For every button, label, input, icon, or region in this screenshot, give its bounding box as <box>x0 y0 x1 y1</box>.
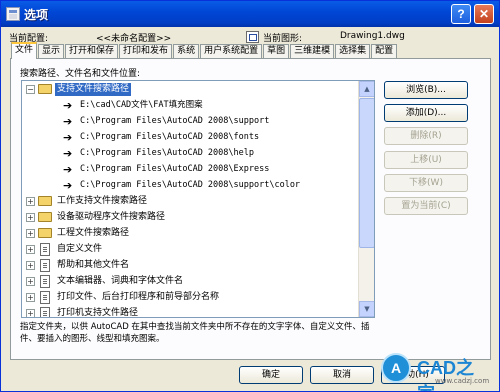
files-tab-panel: 搜索路径、文件名和文件位置: − 支持文件搜索路径 ➔ E:\cad\CAD文件… <box>10 58 491 360</box>
ok-button[interactable]: 确定 <box>239 366 303 384</box>
folder-icon <box>38 196 52 206</box>
tab-3d-modeling[interactable]: 三维建模 <box>290 44 335 59</box>
add-button[interactable]: 添加(D)... <box>384 104 468 122</box>
tab-open-save[interactable]: 打开和保存 <box>65 44 119 59</box>
tree-item-label: 打印机支持文件路径 <box>57 308 139 318</box>
browse-button[interactable]: 浏览(B)... <box>384 81 468 99</box>
path-arrow-icon: ➔ <box>63 163 73 176</box>
tab-selection[interactable]: 选择集 <box>335 44 371 59</box>
tree-item-label: 设备驱动程序文件搜索路径 <box>57 212 166 222</box>
watermark-logo: A CAD之家 www.cadzj.com <box>379 351 491 391</box>
set-current-button[interactable]: 置为当前(C) <box>384 197 468 215</box>
folder-open-icon <box>38 84 52 94</box>
path-label: C:\Program Files\AutoCAD 2008\fonts <box>80 132 260 142</box>
cancel-button[interactable]: 取消 <box>310 366 374 384</box>
expand-icon[interactable]: + <box>26 245 35 254</box>
document-icon <box>40 259 50 272</box>
scroll-up-icon[interactable]: ▲ <box>359 81 374 97</box>
tab-profiles[interactable]: 配置 <box>371 44 398 59</box>
tree-item-label: 工程文件搜索路径 <box>57 228 130 238</box>
path-arrow-icon: ➔ <box>63 115 73 128</box>
path-arrow-icon: ➔ <box>63 179 73 192</box>
collapse-icon[interactable]: − <box>26 85 35 94</box>
move-down-button[interactable]: 下移(W) <box>384 174 468 192</box>
description-text: 指定文件夹，以供 AutoCAD 在其中查找当前文件夹中所不存在的文字字体、自定… <box>20 322 370 344</box>
dialog-title: 选项 <box>24 7 49 22</box>
path-arrow-icon: ➔ <box>63 131 73 144</box>
brand-logo-icon: A <box>381 353 411 383</box>
title-bar[interactable]: 选项 ? ✕ <box>1 1 499 27</box>
path-label: C:\Program Files\AutoCAD 2008\Express <box>80 164 270 174</box>
tab-display[interactable]: 显示 <box>38 44 65 59</box>
document-icon <box>40 291 50 304</box>
tree-item-label: 自定义文件 <box>57 244 103 254</box>
profile-info: 当前配置: <<未命名配置>> 当前图形: Drawing1.dwg <box>9 31 491 45</box>
tree-item-label: 工作支持文件搜索路径 <box>57 196 148 206</box>
scroll-thumb[interactable] <box>359 98 374 248</box>
brand-name: CAD之家 <box>417 358 474 391</box>
current-drawing-label: 当前图形: <box>263 34 303 44</box>
tree-item-label: 文本编辑器、词典和字体文件名 <box>57 276 184 286</box>
document-icon <box>40 307 50 317</box>
delete-button[interactable]: 删除(R) <box>384 127 468 145</box>
path-label: C:\Program Files\AutoCAD 2008\support\co… <box>80 180 301 190</box>
help-title-button[interactable]: ? <box>451 4 471 24</box>
path-label: E:\cad\CAD文件\FAT填充图案 <box>80 100 203 110</box>
brand-url: www.cadzj.com <box>435 377 490 385</box>
document-icon <box>40 275 50 288</box>
move-up-button[interactable]: 上移(U) <box>384 151 468 169</box>
path-label: C:\Program Files\AutoCAD 2008\help <box>80 148 254 158</box>
tab-system[interactable]: 系统 <box>173 44 200 59</box>
options-dialog: 选项 ? ✕ 当前配置: <<未命名配置>> 当前图形: Drawing1.dw… <box>0 0 500 392</box>
expand-icon[interactable]: + <box>26 261 35 270</box>
tab-files[interactable]: 文件 <box>11 42 38 59</box>
tree-scrollbar[interactable]: ▲ ▼ <box>358 81 374 317</box>
folder-icon <box>38 228 52 238</box>
path-arrow-icon: ➔ <box>63 99 73 112</box>
tree-item-label: 帮助和其他文件名 <box>57 260 130 270</box>
dialog-icon <box>6 7 20 21</box>
expand-icon[interactable]: + <box>26 197 35 206</box>
tab-user-preferences[interactable]: 用户系统配置 <box>200 44 263 59</box>
search-paths-label: 搜索路径、文件名和文件位置: <box>20 69 141 79</box>
current-drawing-value: Drawing1.dwg <box>340 31 405 41</box>
folder-icon <box>38 212 52 222</box>
expand-icon[interactable]: + <box>26 309 35 317</box>
search-path-tree[interactable]: − 支持文件搜索路径 ➔ E:\cad\CAD文件\FAT填充图案 ➔ C:\P… <box>21 80 375 318</box>
document-icon <box>40 243 50 256</box>
expand-icon[interactable]: + <box>26 213 35 222</box>
expand-icon[interactable]: + <box>26 229 35 238</box>
scroll-down-icon[interactable]: ▼ <box>359 301 374 317</box>
tab-strip: 文件 显示 打开和保存 打印和发布 系统 用户系统配置 草图 三维建模 选择集 … <box>11 42 398 59</box>
tab-drafting[interactable]: 草图 <box>263 44 290 59</box>
path-label: C:\Program Files\AutoCAD 2008\support <box>80 116 270 126</box>
tab-plot-publish[interactable]: 打印和发布 <box>119 44 173 59</box>
close-button[interactable]: ✕ <box>474 4 494 24</box>
tree-item-label: 打印文件、后台打印程序和前导部分名称 <box>57 292 220 302</box>
expand-icon[interactable]: + <box>26 277 35 286</box>
drawing-icon <box>246 31 259 43</box>
current-config-value: <<未命名配置>> <box>96 34 172 44</box>
tree-item-label: 支持文件搜索路径 <box>55 83 132 96</box>
path-arrow-icon: ➔ <box>63 147 73 160</box>
expand-icon[interactable]: + <box>26 293 35 302</box>
